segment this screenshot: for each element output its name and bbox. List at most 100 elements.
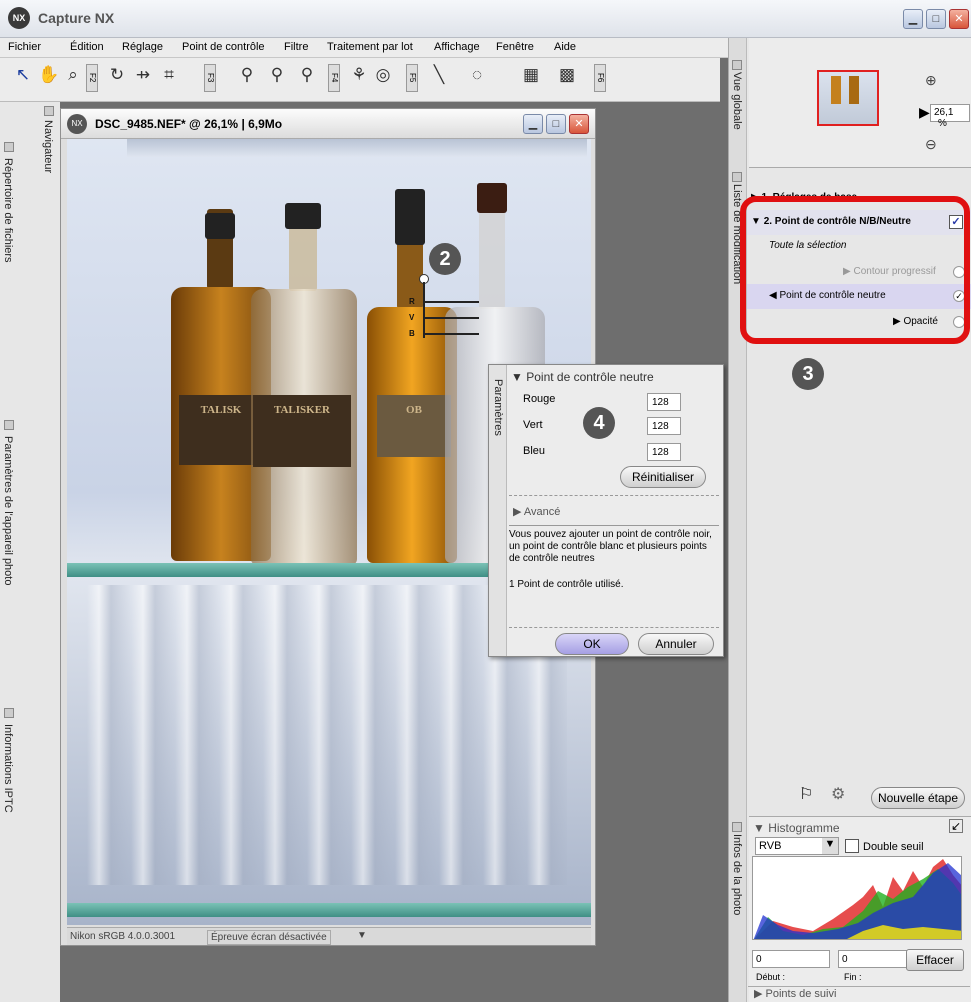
divider [509, 627, 719, 628]
color-control-point-icon[interactable]: ⚘ [348, 64, 370, 86]
slider-b[interactable] [423, 333, 479, 335]
toolbar: ↖ ✋ ⌕ F2 ↻ ⇸ ⌗ F3 ⚲ ⚲ ⚲ F4 ⚘ ◎ F5 ╲ ◌ ▦ … [0, 58, 720, 102]
flag-icon[interactable]: ⚐ [799, 784, 813, 804]
bottle-3-label: OB [377, 395, 451, 457]
zoom-field[interactable]: 26,1 % [930, 104, 970, 129]
gear-icon[interactable]: ⚙ [831, 784, 845, 804]
close-icon[interactable]: ✕ [949, 9, 969, 29]
image-close-icon[interactable]: ✕ [569, 114, 589, 134]
minimize-icon[interactable]: ▁ [903, 9, 923, 29]
zoom-pointer-icon: ▶ [919, 104, 930, 120]
f6-group[interactable]: F6 [594, 64, 606, 92]
menu-fenetre[interactable]: Fenêtre [496, 41, 534, 53]
channel-select[interactable]: RVB ▼ [755, 837, 839, 855]
brush-tool-icon[interactable]: ╲ [428, 64, 450, 86]
expand-camera-icon[interactable] [4, 420, 14, 430]
maximize-icon[interactable]: □ [926, 9, 946, 29]
expand-navigator-icon[interactable] [44, 106, 54, 116]
expand-steps-icon[interactable] [732, 172, 742, 182]
tab-file-directory[interactable]: Répertoire de fichiers [2, 158, 14, 263]
thumb-bottle [831, 76, 841, 104]
overview-thumbnail[interactable] [817, 70, 879, 126]
tab-iptc[interactable]: Informations IPTC [2, 724, 14, 813]
hand-tool-icon[interactable]: ✋ [38, 64, 60, 86]
bottle-1-cap [205, 213, 235, 239]
histogram-header[interactable]: ▼ Histogramme [753, 821, 840, 835]
clear-button[interactable]: Effacer [906, 949, 964, 971]
slider-b-label: B [409, 329, 415, 338]
f3-group[interactable]: F3 [204, 64, 216, 92]
slider-r[interactable] [423, 301, 479, 303]
neutral-point-dropper-icon[interactable]: ⚲ [266, 64, 288, 86]
popout-icon[interactable]: ↙ [949, 819, 963, 833]
divider [509, 525, 719, 526]
double-threshold-checkbox[interactable] [845, 839, 859, 853]
menu-point-de-controle[interactable]: Point de contrôle [182, 41, 265, 53]
help-text: Vous pouvez ajouter un point de contrôle… [509, 529, 712, 564]
menu-fichier[interactable]: Fichier [8, 41, 41, 53]
image-minimize-icon[interactable]: ▁ [523, 114, 543, 134]
tab-navigator[interactable]: Navigateur [42, 120, 54, 173]
left-panel-strip: Répertoire de fichiers Paramètres de l'a… [0, 102, 60, 1002]
tab-overview[interactable]: Vue globale [731, 72, 743, 130]
chevron-down-icon: ▼ [822, 838, 838, 854]
hist-start-field[interactable]: 0 [752, 950, 830, 968]
expand-overview-icon[interactable] [732, 60, 742, 70]
expand-info-icon[interactable] [732, 822, 742, 832]
thumb-bottle [849, 76, 859, 104]
expand-files-icon[interactable] [4, 142, 14, 152]
menu-edition[interactable]: Édition [70, 41, 104, 53]
red-eye-icon[interactable]: ◎ [372, 64, 394, 86]
straighten-tool-icon[interactable]: ⇸ [132, 64, 154, 86]
soft-proof-status[interactable]: Épreuve écran désactivée [207, 930, 331, 945]
image-window-title: DSC_9485.NEF* @ 26,1% | 6,9Mo [95, 117, 283, 131]
menu-reglage[interactable]: Réglage [122, 41, 163, 53]
image-maximize-icon[interactable]: □ [546, 114, 566, 134]
fill-tool-icon[interactable]: ▩ [556, 64, 578, 86]
input-rouge[interactable]: 128 [647, 393, 681, 411]
input-bleu[interactable]: 128 [647, 443, 681, 461]
zoom-in-icon[interactable]: ⊕ [925, 72, 937, 89]
gradient-tool-icon[interactable]: ▦ [520, 64, 542, 86]
params-header[interactable]: ▼ Point de contrôle neutre [511, 370, 654, 384]
menu-affichage[interactable]: Affichage [434, 41, 480, 53]
zoom-tool-icon[interactable]: ⌕ [62, 64, 84, 86]
menu-traitement-par-lot[interactable]: Traitement par lot [327, 41, 413, 53]
ok-button[interactable]: OK [555, 633, 629, 655]
zoom-value: 26,1 [934, 107, 954, 118]
menu-aide[interactable]: Aide [554, 41, 576, 53]
advanced-toggle[interactable]: ▶ Avancé [513, 505, 560, 518]
menu-filtre[interactable]: Filtre [284, 41, 308, 53]
tab-parameters[interactable]: Paramètres [492, 379, 504, 436]
control-point-stem [423, 282, 425, 338]
expand-iptc-icon[interactable] [4, 708, 14, 718]
tab-camera-settings[interactable]: Paramètres de l'appareil photo [2, 436, 14, 585]
annotation-2: 2 [429, 243, 461, 275]
top-glasses [127, 139, 587, 157]
input-vert[interactable]: 128 [647, 417, 681, 435]
new-step-button[interactable]: Nouvelle étape [871, 787, 965, 809]
histogram-graph [752, 856, 962, 940]
f2-group[interactable]: F2 [86, 64, 98, 92]
slider-v[interactable] [423, 317, 479, 319]
black-point-dropper-icon[interactable]: ⚲ [236, 64, 258, 86]
f4-group[interactable]: F4 [328, 64, 340, 92]
tab-photo-info[interactable]: Infos de la photo [731, 834, 743, 915]
lasso-tool-icon[interactable]: ◌ [466, 64, 488, 86]
title-bar: NX Capture NX ▁ □ ✕ [0, 0, 971, 38]
arrow-tool-icon[interactable]: ↖ [12, 64, 34, 86]
image-logo-icon: NX [67, 114, 87, 134]
zoom-unit: % [938, 118, 947, 129]
label-bleu: Bleu [523, 445, 546, 457]
zoom-out-icon[interactable]: ⊖ [925, 136, 937, 153]
crop-tool-icon[interactable]: ⌗ [158, 64, 180, 86]
cancel-button[interactable]: Annuler [638, 633, 714, 655]
white-point-dropper-icon[interactable]: ⚲ [296, 64, 318, 86]
reset-button[interactable]: Réinitialiser [620, 466, 706, 488]
proof-dropdown-icon[interactable]: ▼ [357, 930, 367, 941]
hist-end-field[interactable]: 0 [838, 950, 916, 968]
channel-value: RVB [759, 840, 782, 852]
rotate-tool-icon[interactable]: ↻ [106, 64, 128, 86]
tracking-points-header[interactable]: ▶ Points de suivi [748, 986, 970, 1002]
f5-group[interactable]: F5 [406, 64, 418, 92]
